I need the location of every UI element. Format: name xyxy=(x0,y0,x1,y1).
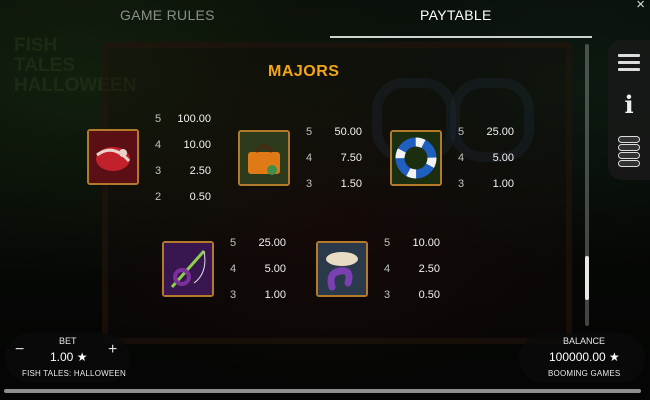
pay-count: 4 xyxy=(458,152,465,164)
bet-value: 1.00 ★ xyxy=(50,350,88,364)
pay-count: 4 xyxy=(306,152,313,164)
paytable-scrollbar[interactable] xyxy=(585,44,589,326)
pay-value: 50.00 xyxy=(334,126,362,138)
bet-increase-button[interactable]: + xyxy=(108,341,117,359)
balance-label: BALANCE xyxy=(563,336,606,346)
pay-count: 3 xyxy=(384,289,391,301)
pay-value: 10.00 xyxy=(412,237,440,249)
pay-value: 5.00 xyxy=(264,263,286,275)
pay-count: 4 xyxy=(230,263,237,275)
pay-value: 25.00 xyxy=(258,237,286,249)
red-lure-symbol xyxy=(87,129,139,185)
active-tab-underline xyxy=(330,36,592,38)
pay-value: 2.50 xyxy=(418,263,440,275)
pay-count: 5 xyxy=(155,113,162,125)
menu-icon[interactable] xyxy=(618,54,640,75)
tab-bar: GAME RULES PAYTABLE × xyxy=(0,0,650,38)
pay-value: 1.50 xyxy=(340,178,362,190)
bet-label: BET xyxy=(59,336,77,346)
bait-worm-symbol xyxy=(316,241,368,297)
pay-value: 2.50 xyxy=(189,165,211,177)
pay-value: 25.00 xyxy=(486,126,514,138)
game-name: FISH TALES: HALLOWEEN xyxy=(22,369,126,378)
pay-count: 5 xyxy=(458,126,465,138)
side-menu: i xyxy=(608,40,650,180)
bet-panel: − BET 1.00 ★ + FISH TALES: HALLOWEEN xyxy=(5,333,130,383)
pay-value: 1.00 xyxy=(492,178,514,190)
pay-value: 0.50 xyxy=(189,191,211,203)
balance-value: 100000.00 ★ xyxy=(549,350,620,364)
tackle-box-symbol xyxy=(238,130,290,186)
close-icon[interactable]: × xyxy=(636,0,645,13)
pay-count: 3 xyxy=(458,178,465,190)
pay-count: 5 xyxy=(306,126,313,138)
balance-panel: BALANCE 100000.00 ★ BOOMING GAMES xyxy=(519,333,645,383)
scrollbar-thumb[interactable] xyxy=(585,256,589,300)
info-icon[interactable]: i xyxy=(618,90,640,119)
life-ring-symbol xyxy=(390,130,442,186)
fishing-rod-symbol xyxy=(162,241,214,297)
pay-count: 2 xyxy=(155,191,162,203)
bottom-scrollbar[interactable] xyxy=(4,389,641,393)
pay-count: 4 xyxy=(155,139,162,151)
pay-count: 3 xyxy=(306,178,313,190)
pay-count: 5 xyxy=(230,237,237,249)
pay-value: 1.00 xyxy=(264,289,286,301)
tab-game-rules[interactable]: GAME RULES xyxy=(120,7,215,23)
pay-count: 3 xyxy=(155,165,162,177)
pay-value: 10.00 xyxy=(183,139,211,151)
pay-value: 100.00 xyxy=(177,113,211,125)
tab-paytable[interactable]: PAYTABLE xyxy=(420,7,492,23)
pay-count: 4 xyxy=(384,263,391,275)
bet-decrease-button[interactable]: − xyxy=(15,341,24,359)
pay-count: 3 xyxy=(230,289,237,301)
pay-count: 5 xyxy=(384,237,391,249)
studio-name: BOOMING GAMES xyxy=(548,369,621,378)
pay-value: 7.50 xyxy=(340,152,362,164)
coins-icon[interactable] xyxy=(618,136,640,168)
section-title: MAJORS xyxy=(268,63,340,80)
pay-value: 0.50 xyxy=(418,289,440,301)
pay-value: 5.00 xyxy=(492,152,514,164)
